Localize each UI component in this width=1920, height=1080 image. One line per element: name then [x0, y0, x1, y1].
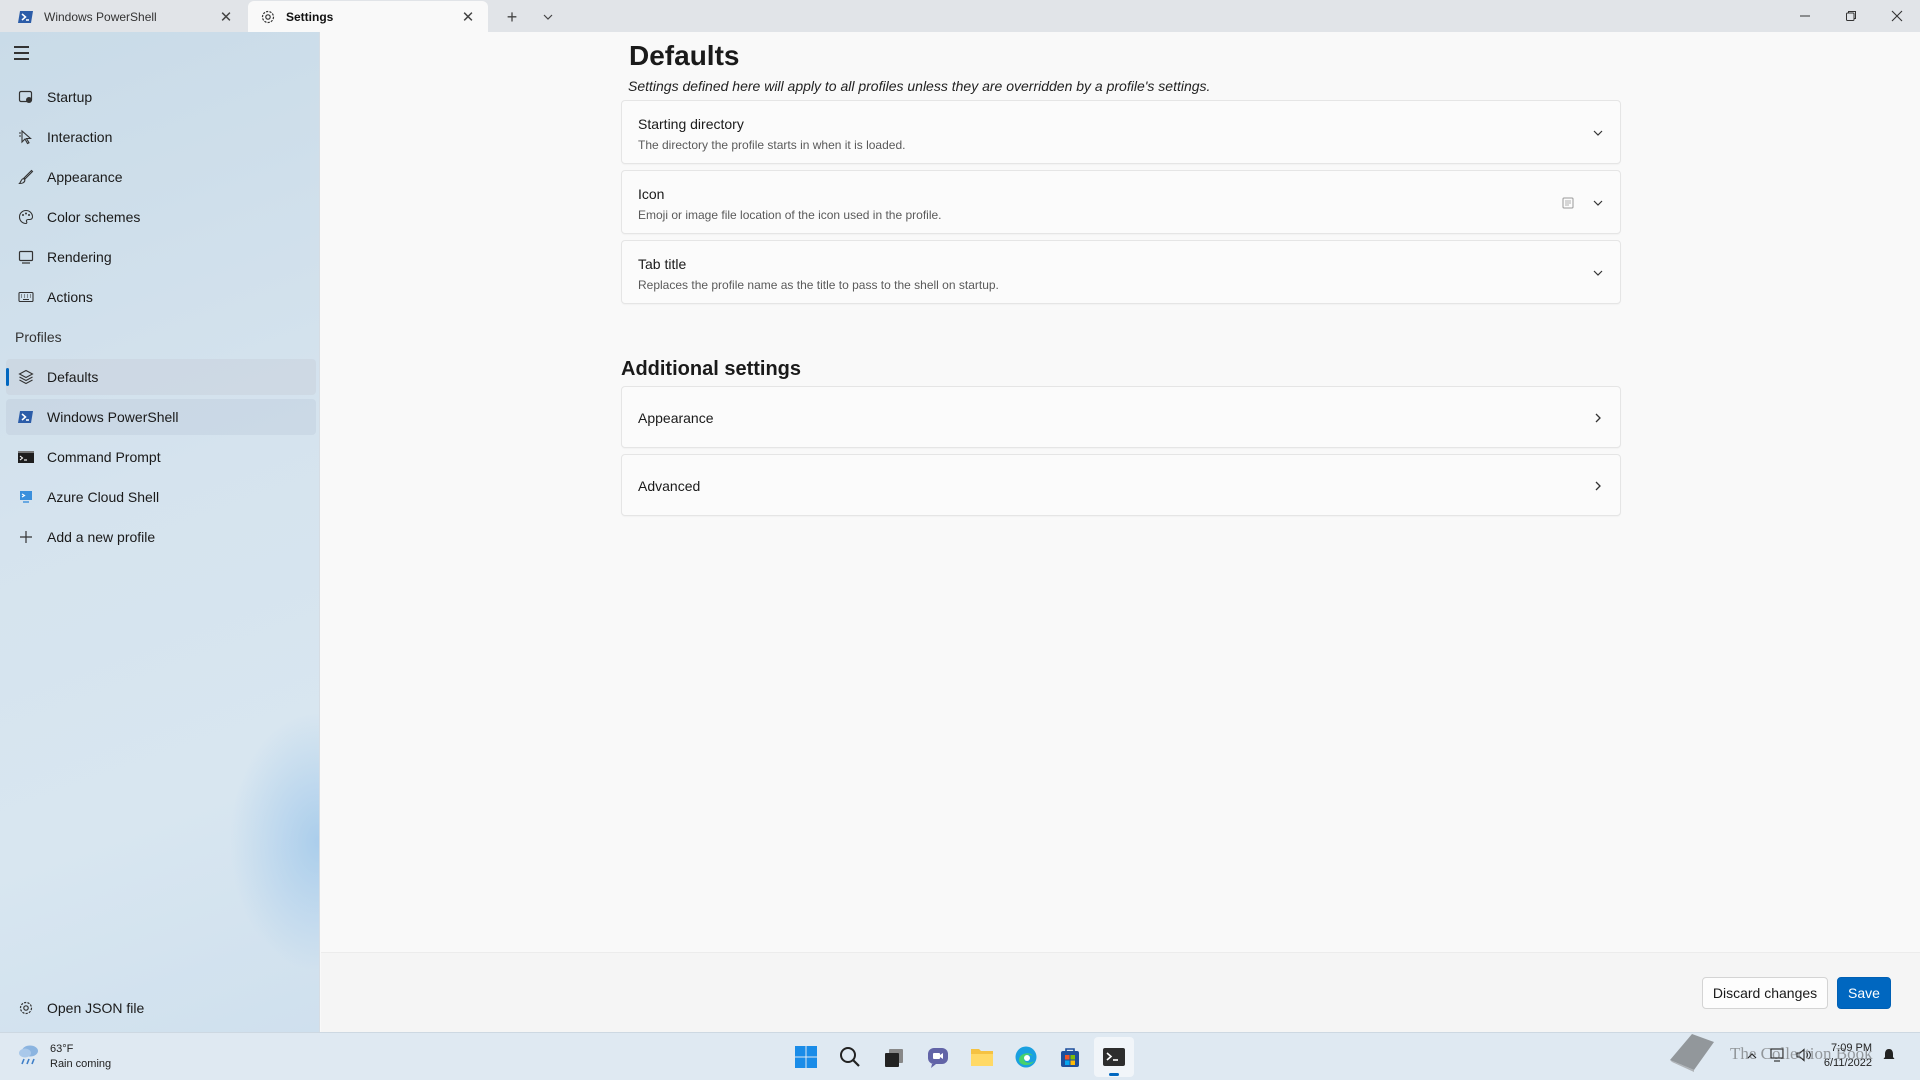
search-icon[interactable]	[830, 1037, 870, 1077]
chevron-down-icon[interactable]	[530, 2, 566, 32]
weather-desc: Rain coming	[50, 1057, 112, 1070]
palette-icon	[16, 207, 36, 227]
chevron-right-icon	[1590, 410, 1606, 426]
chevron-down-icon[interactable]	[1590, 265, 1606, 281]
sidebar-item-label: Command Prompt	[47, 449, 161, 465]
edge-icon[interactable]	[1006, 1037, 1046, 1077]
setting-title: Icon	[638, 186, 665, 202]
watermark: The Collection Book	[1666, 1030, 1876, 1078]
setting-icon[interactable]: Icon Emoji or image file location of the…	[621, 170, 1621, 234]
setting-tab-title[interactable]: Tab title Replaces the profile name as t…	[621, 240, 1621, 304]
close-icon[interactable]: ✕	[458, 7, 478, 27]
sidebar-item-label: Color schemes	[47, 209, 141, 225]
sidebar-item-label: Add a new profile	[47, 529, 156, 545]
sidebar-item-interaction[interactable]: Interaction	[6, 119, 316, 155]
footer-bar: Discard changes Save	[321, 952, 1920, 1032]
notification-icon[interactable]	[1882, 1048, 1896, 1065]
additional-settings-heading: Additional settings	[621, 358, 801, 380]
windows-start-icon[interactable]	[786, 1037, 826, 1077]
weather-temp: 63°F	[50, 1042, 74, 1055]
brush-icon	[16, 167, 36, 187]
minimize-icon[interactable]	[1782, 0, 1828, 32]
pointer-icon	[16, 127, 36, 147]
terminal-icon[interactable]	[1094, 1037, 1134, 1077]
powershell-icon	[18, 9, 34, 25]
sidebar-item-label: Defaults	[47, 369, 99, 385]
sidebar-item-startup[interactable]: Startup	[6, 79, 316, 115]
sidebar-item-label: Interaction	[47, 129, 113, 145]
weather-widget[interactable]: 63°F Rain coming	[16, 1041, 111, 1072]
book-icon	[1666, 1030, 1718, 1079]
sidebar-item-color-schemes[interactable]: Color schemes	[6, 199, 316, 235]
setting-title: Starting directory	[638, 116, 744, 132]
keyboard-icon	[16, 287, 36, 307]
setting-description: The directory the profile starts in when…	[638, 138, 906, 152]
sidebar-item-rendering[interactable]: Rendering	[6, 239, 316, 275]
hamburger-icon[interactable]	[14, 46, 34, 62]
setting-title: Tab title	[638, 256, 687, 272]
tab-strip: Windows PowerShell ✕ Settings ✕ +	[0, 0, 1920, 32]
discard-changes-button[interactable]: Discard changes	[1702, 977, 1828, 1009]
sidebar: Startup Interaction Appearance Color sch…	[0, 32, 320, 1032]
powershell-icon	[16, 407, 36, 427]
sidebar-item-appearance[interactable]: Appearance	[6, 159, 316, 195]
monitor-icon	[16, 247, 36, 267]
taskbar: 63°F Rain coming 7:09 PM 6/11/2022	[0, 1032, 1920, 1080]
sidebar-item-label: Rendering	[47, 249, 112, 265]
chevron-down-icon[interactable]	[1590, 195, 1606, 211]
page-title: Defaults	[629, 40, 740, 71]
tab-settings[interactable]: Settings ✕	[248, 1, 488, 32]
chevron-right-icon	[1590, 478, 1606, 494]
additional-advanced[interactable]: Advanced	[621, 454, 1621, 516]
sidebar-item-label: Startup	[47, 89, 93, 105]
tab-windows-powershell[interactable]: Windows PowerShell ✕	[6, 1, 246, 32]
open-json-button[interactable]: Open JSON file	[6, 990, 316, 1026]
setting-title: Appearance	[638, 410, 714, 426]
rain-cloud-icon	[16, 1041, 42, 1072]
main-content: Defaults Settings defined here will appl…	[321, 32, 1920, 1032]
cmd-icon	[16, 447, 36, 467]
sidebar-item-label: Open JSON file	[47, 1000, 145, 1016]
plus-icon	[16, 527, 36, 547]
file-explorer-icon[interactable]	[962, 1037, 1002, 1077]
window-controls	[1782, 0, 1920, 32]
additional-appearance[interactable]: Appearance	[621, 386, 1621, 448]
sidebar-item-windows-powershell[interactable]: Windows PowerShell	[6, 399, 316, 435]
gear-icon	[16, 998, 36, 1018]
setting-starting-directory[interactable]: Starting directory The directory the pro…	[621, 100, 1621, 164]
gear-icon	[260, 9, 276, 25]
layers-icon	[16, 367, 36, 387]
plus-icon[interactable]: +	[494, 2, 530, 32]
chat-icon[interactable]	[918, 1037, 958, 1077]
sidebar-item-label: Actions	[47, 289, 93, 305]
save-button[interactable]: Save	[1837, 977, 1891, 1009]
sidebar-item-label: Azure Cloud Shell	[47, 489, 160, 505]
sidebar-item-azure-cloud-shell[interactable]: Azure Cloud Shell	[6, 479, 316, 515]
store-icon[interactable]	[1050, 1037, 1090, 1077]
selection-indicator	[6, 368, 9, 386]
sidebar-item-defaults[interactable]: Defaults	[6, 359, 316, 395]
add-profile-button[interactable]: Add a new profile	[6, 519, 316, 555]
page-subtitle: Settings defined here will apply to all …	[628, 78, 1211, 94]
sidebar-item-label: Appearance	[47, 169, 123, 185]
chevron-down-icon[interactable]	[1590, 125, 1606, 141]
taskbar-apps	[786, 1037, 1138, 1077]
close-icon[interactable]	[1874, 0, 1920, 32]
task-view-icon[interactable]	[874, 1037, 914, 1077]
restore-icon[interactable]	[1828, 0, 1874, 32]
tab-label: Settings	[286, 9, 334, 24]
reset-icon[interactable]	[1562, 196, 1576, 210]
setting-description: Emoji or image file location of the icon…	[638, 208, 942, 222]
sidebar-item-actions[interactable]: Actions	[6, 279, 316, 315]
setting-description: Replaces the profile name as the title t…	[638, 278, 999, 292]
setting-title: Advanced	[638, 478, 701, 494]
startup-icon	[16, 87, 36, 107]
sidebar-item-label: Windows PowerShell	[47, 409, 179, 425]
azure-icon	[16, 487, 36, 507]
profiles-heading: Profiles	[15, 329, 62, 345]
tab-label: Windows PowerShell	[44, 9, 157, 24]
sidebar-item-command-prompt[interactable]: Command Prompt	[6, 439, 316, 475]
watermark-text: The Collection Book	[1730, 1044, 1873, 1063]
close-icon[interactable]: ✕	[216, 7, 236, 27]
